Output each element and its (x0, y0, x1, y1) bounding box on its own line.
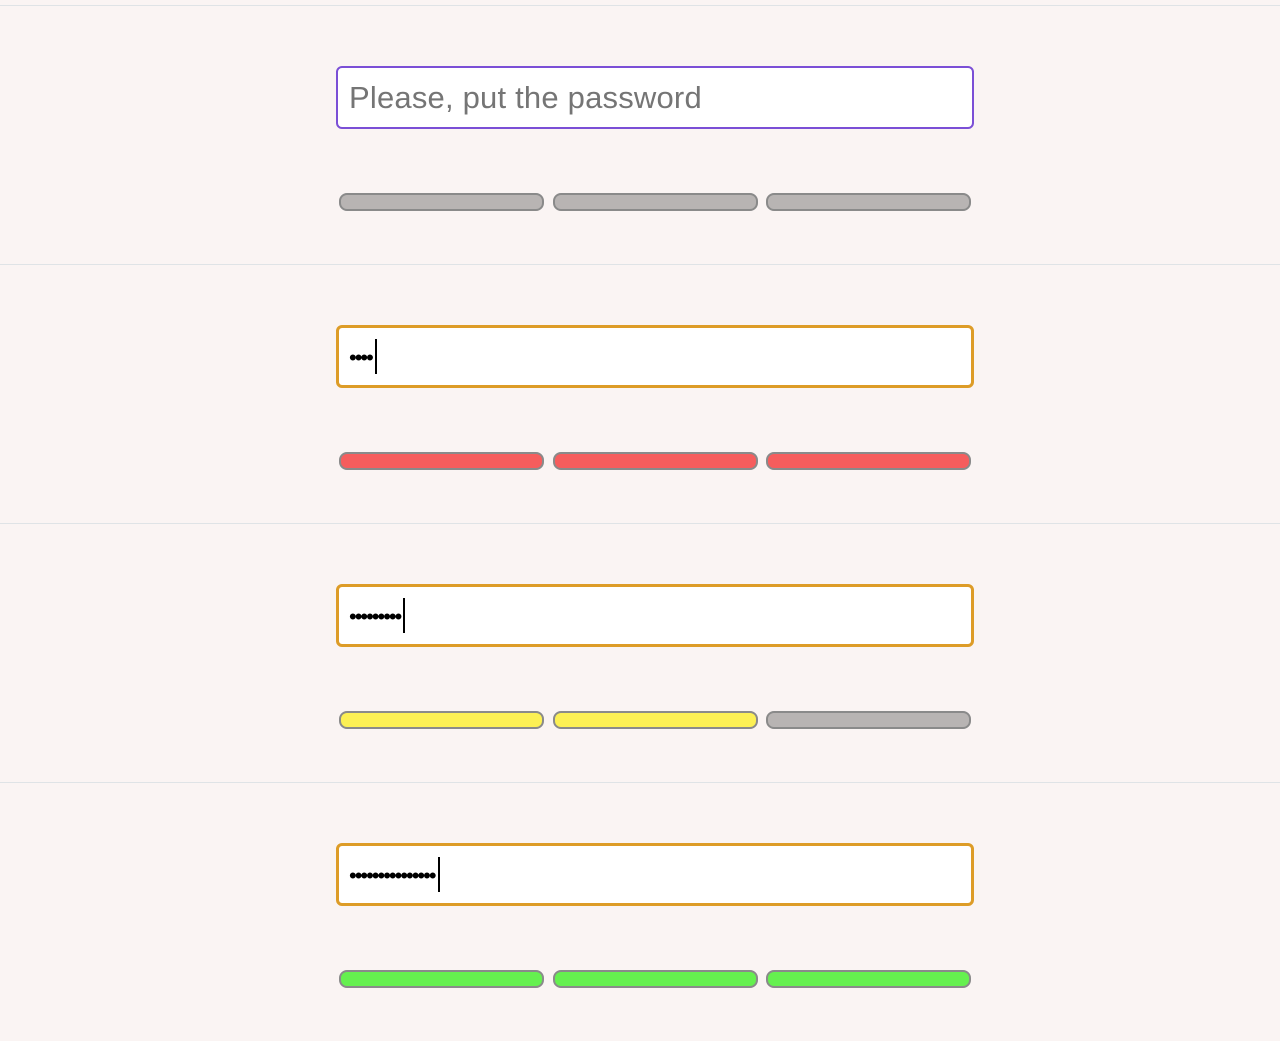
password-input[interactable]: Please, put the password (336, 66, 974, 129)
password-example-medium: ••••••••• (0, 524, 1280, 782)
strength-bar (766, 452, 971, 470)
strength-bar (766, 711, 971, 729)
password-placeholder: Please, put the password (349, 79, 702, 115)
password-masked-value: ••••••••••••••• (349, 862, 437, 888)
password-masked-value: •••• (349, 344, 374, 370)
text-caret (403, 598, 406, 633)
password-example-weak: •••• (0, 265, 1280, 523)
strength-meter (339, 711, 971, 729)
strength-meter (339, 193, 971, 211)
strength-bar (766, 193, 971, 211)
strength-bar (339, 711, 544, 729)
password-input[interactable]: ••••••••••••••• (336, 843, 974, 906)
text-caret (437, 857, 440, 892)
strength-bar (552, 452, 758, 470)
strength-bar (552, 711, 758, 729)
password-example-strong: ••••••••••••••• (0, 783, 1280, 1041)
password-input[interactable]: ••••••••• (336, 584, 974, 647)
text-caret (374, 339, 377, 374)
strength-bar (552, 193, 758, 211)
strength-bar (339, 193, 544, 211)
strength-bar (339, 970, 544, 988)
password-masked-value: ••••••••• (349, 603, 402, 629)
strength-bar (552, 970, 758, 988)
strength-meter (339, 452, 971, 470)
strength-bar (766, 970, 971, 988)
password-input[interactable]: •••• (336, 325, 974, 388)
strength-meter (339, 970, 971, 988)
strength-bar (339, 452, 544, 470)
password-example-empty: Please, put the password (0, 6, 1280, 264)
